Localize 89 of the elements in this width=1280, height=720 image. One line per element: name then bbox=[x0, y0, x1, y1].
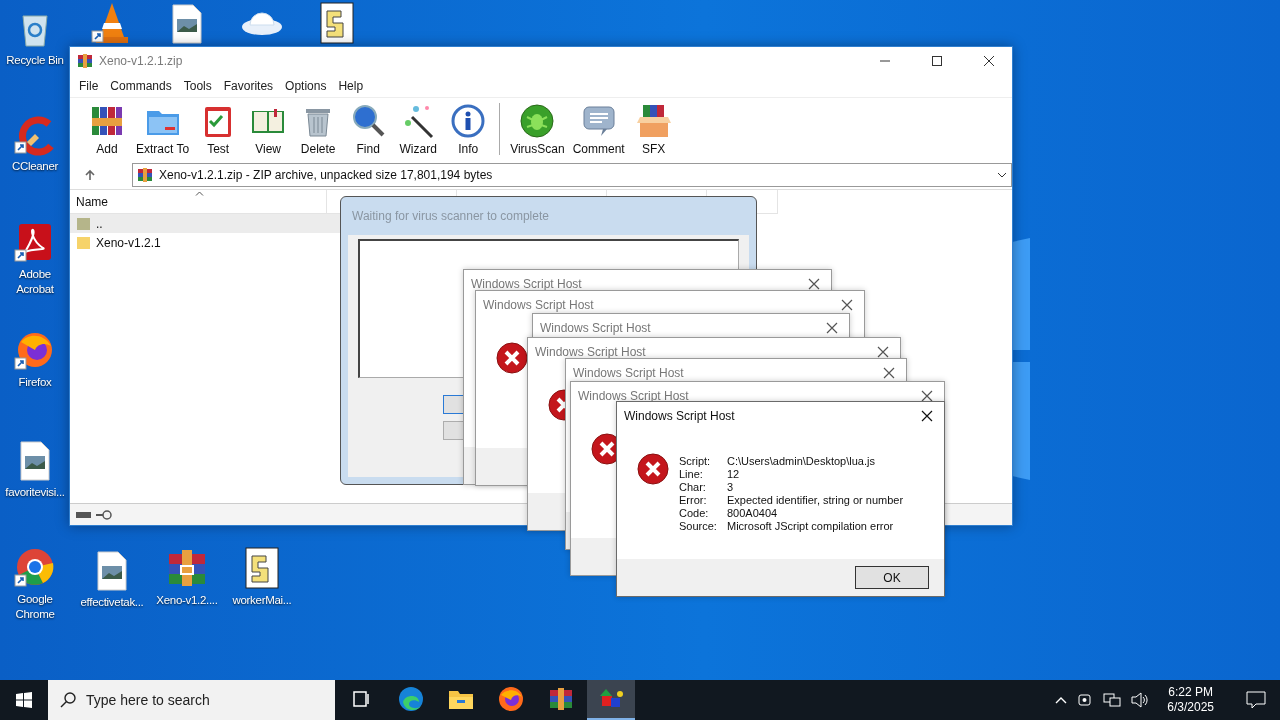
desktop-icon-label[interactable]: favoritevisi... bbox=[5, 485, 65, 500]
parent-folder-icon bbox=[77, 217, 91, 230]
desktop-icon-label[interactable]: Firefox bbox=[18, 375, 52, 390]
field-label: Error: bbox=[679, 494, 708, 507]
info-icon bbox=[450, 103, 487, 139]
ok-button[interactable]: OK bbox=[855, 566, 929, 589]
browser-icon bbox=[398, 686, 424, 712]
archive-icon bbox=[548, 686, 574, 712]
caret-up-icon[interactable] bbox=[1055, 696, 1068, 704]
dialog-title: Waiting for virus scanner to complete bbox=[351, 208, 550, 225]
dialog-title: Windows Script Host bbox=[624, 409, 736, 423]
field-value: C:\Users\admin\Desktop\lua.js bbox=[727, 455, 876, 468]
field-label: Source: bbox=[679, 520, 718, 533]
close-glyph bbox=[877, 346, 889, 358]
desktop-icon-label[interactable]: Google Chrome bbox=[1, 592, 69, 622]
desktop-icon-label[interactable]: Recycle Bin bbox=[6, 53, 64, 68]
meet-icon[interactable] bbox=[1077, 692, 1094, 708]
dialog-title: Windows Script Host bbox=[535, 345, 647, 359]
file-name[interactable]: Xeno-v1.2.1 bbox=[96, 235, 161, 250]
close-glyph bbox=[921, 410, 933, 422]
error-icon bbox=[637, 453, 669, 485]
archive-icon bbox=[77, 53, 93, 69]
volume-icon[interactable] bbox=[1131, 692, 1150, 708]
toolbar-button[interactable]: Test bbox=[193, 103, 244, 156]
dialog-title: Windows Script Host bbox=[471, 277, 583, 291]
desktop-icon-label[interactable]: Xeno-v1.2.... bbox=[156, 593, 218, 608]
toolbar-button[interactable]: View bbox=[243, 103, 294, 156]
key-icon bbox=[96, 509, 112, 520]
toolbar-button[interactable]: Find bbox=[343, 103, 394, 156]
toolbar-button[interactable]: Add bbox=[82, 103, 132, 156]
menu-item[interactable]: File bbox=[74, 77, 104, 95]
toolbar-button[interactable]: Wizard bbox=[393, 103, 444, 156]
close-icon bbox=[983, 55, 995, 67]
field-value: 3 bbox=[727, 481, 735, 494]
chevron-down-icon[interactable] bbox=[997, 172, 1007, 178]
search-icon bbox=[60, 692, 76, 708]
box-icon bbox=[635, 103, 672, 139]
sort-caret-icon bbox=[195, 191, 204, 196]
bug-icon bbox=[519, 103, 556, 139]
desktop-icon-label[interactable]: CCleaner bbox=[11, 159, 59, 174]
field-value: 800A0404 bbox=[727, 507, 779, 520]
desktop-icon-label[interactable]: effectivetak... bbox=[80, 595, 144, 610]
menu-item[interactable]: Options bbox=[280, 77, 332, 95]
field-value: 12 bbox=[727, 468, 741, 481]
field-label: Script: bbox=[679, 455, 712, 468]
field-label: Line: bbox=[679, 468, 704, 481]
magnifier-icon bbox=[350, 103, 387, 139]
address-field[interactable]: Xeno-v1.2.1.zip - ZIP archive, unpacked size 17,801,194 bytes bbox=[132, 163, 1012, 187]
dialog-title: Windows Script Host bbox=[483, 298, 595, 312]
menu-item[interactable]: Tools bbox=[178, 77, 217, 95]
menu-item[interactable]: Help bbox=[333, 77, 369, 95]
folder-icon bbox=[448, 688, 474, 710]
desktop-icon-label[interactable]: Adobe Acrobat bbox=[1, 267, 69, 297]
up-arrow-icon[interactable] bbox=[84, 169, 96, 181]
network-icon[interactable] bbox=[1103, 692, 1122, 708]
close-glyph bbox=[808, 278, 820, 290]
file-row[interactable]: .. bbox=[70, 214, 340, 233]
file-name[interactable]: .. bbox=[96, 216, 103, 231]
toolbar-button[interactable]: Comment bbox=[568, 103, 629, 156]
menu-item[interactable]: Commands bbox=[105, 77, 177, 95]
clock[interactable]: 6:22 PM 6/3/2025 bbox=[1159, 685, 1222, 715]
field-label: Char: bbox=[679, 481, 707, 494]
task-view-icon bbox=[351, 690, 371, 708]
dialog-title: Windows Script Host bbox=[578, 389, 690, 403]
menu-item[interactable]: Favorites bbox=[218, 77, 279, 95]
archive-icon bbox=[137, 167, 153, 183]
toolbar-button[interactable]: VirusScan bbox=[506, 103, 569, 156]
toolbar-button[interactable]: SFX bbox=[628, 103, 679, 156]
close-glyph bbox=[841, 299, 853, 311]
windows-logo-icon bbox=[16, 692, 32, 708]
close-glyph bbox=[883, 367, 895, 379]
search-field[interactable]: Type here to search bbox=[48, 680, 335, 720]
drive-icon bbox=[76, 510, 92, 519]
dialog-title: Windows Script Host bbox=[540, 321, 652, 335]
window-title: Xeno-v1.2.1.zip bbox=[99, 54, 184, 68]
field-value: Expected identifier, string or number bbox=[727, 494, 904, 507]
maximize-icon bbox=[931, 55, 943, 67]
dialog-title: Windows Script Host bbox=[573, 366, 685, 380]
desktop-icon-label[interactable]: workerMai... bbox=[232, 593, 292, 608]
field-value: Microsoft JScript compilation error bbox=[727, 520, 895, 533]
firefox-icon bbox=[498, 686, 524, 712]
field-label: Code: bbox=[679, 507, 710, 520]
toolbar-button[interactable]: Info bbox=[443, 103, 494, 156]
folder-icon bbox=[77, 236, 91, 249]
toolbar-button[interactable]: Extract To bbox=[132, 103, 194, 156]
close-glyph bbox=[826, 322, 838, 334]
file-row[interactable]: Xeno-v1.2.1 bbox=[70, 233, 340, 252]
close-glyph bbox=[921, 390, 933, 402]
toolbar-button[interactable]: Delete bbox=[293, 103, 344, 156]
